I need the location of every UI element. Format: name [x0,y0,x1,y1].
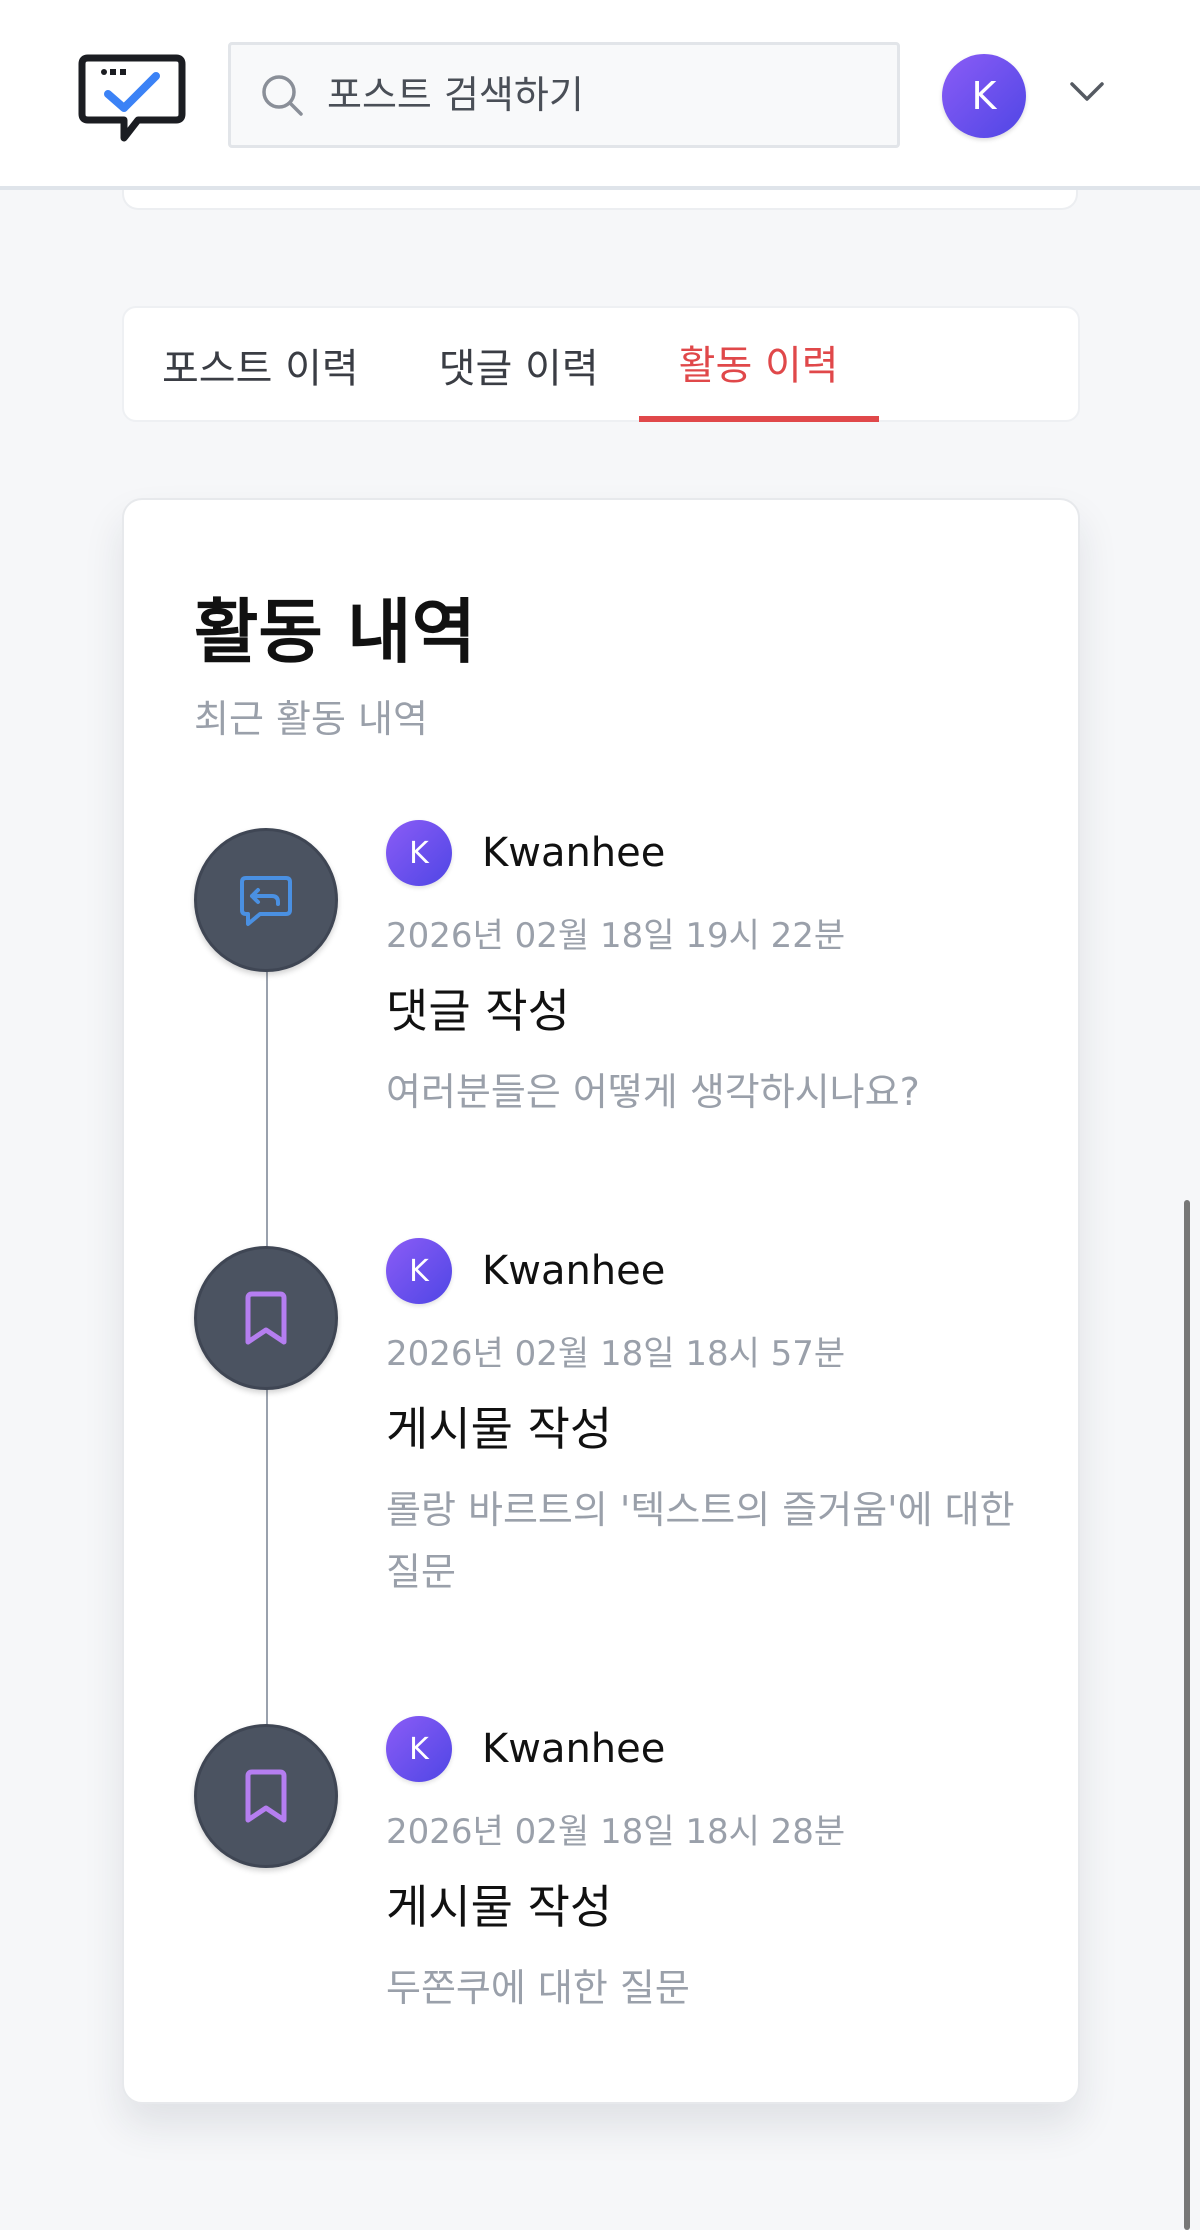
activity-description: 두쫀쿠에 대한 질문 [386,1966,690,2010]
page-subtitle: 최근 활동 내역 [194,697,428,741]
timeline-connector [266,1354,268,1726]
search-bar[interactable] [228,42,900,148]
activity-bubble [194,828,338,972]
activity-bubble [194,1724,338,1868]
chevron-down-icon[interactable] [1068,80,1106,104]
list-item[interactable]: K Kwanhee 2026년 02월 18일 18시 28분 게시물 작성 두… [386,1714,1046,2019]
timeline-connector [266,936,268,1248]
bookmark-icon [245,1291,287,1345]
reply-icon [240,876,292,926]
list-item[interactable]: K Kwanhee 2026년 02월 18일 19시 22분 댓글 작성 여러… [386,818,1046,1123]
activity-description: 여러분들은 어떻게 생각하시나요? [386,1070,920,1114]
activity-bubble [194,1246,338,1390]
activity-action: 게시물 작성 [386,1880,613,1934]
logo-icon[interactable] [78,52,186,144]
user-name: Kwanhee [482,830,666,876]
activity-description: 롤랑 바르트의 '텍스트의 즐거움'에 대한 질문 [386,1488,1015,1594]
tab-comment-history[interactable]: 댓글 이력 [399,308,639,422]
activity-date: 2026년 02월 18일 19시 22분 [386,916,846,956]
user-name: Kwanhee [482,1726,666,1772]
activity-action: 댓글 작성 [386,984,570,1038]
avatar: K [386,1716,452,1782]
scrollbar[interactable] [1184,1200,1190,2230]
tab-post-history[interactable]: 포스트 이력 [162,308,399,422]
activity-card: 활동 내역 최근 활동 내역 K Kwanhee 2026년 02월 18일 1… [122,498,1080,2104]
bookmark-icon [245,1769,287,1823]
page-title: 활동 내역 [194,591,476,673]
tab-activity-history[interactable]: 활동 이력 [638,308,879,422]
search-icon [262,75,303,116]
search-input[interactable] [327,73,867,117]
user-name: Kwanhee [482,1248,666,1294]
app-header: K [0,0,1200,190]
activity-date: 2026년 02월 18일 18시 57분 [386,1334,846,1374]
avatar: K [386,1238,452,1304]
avatar: K [386,820,452,886]
activity-date: 2026년 02월 18일 18시 28분 [386,1812,846,1852]
history-tabs: 포스트 이력 댓글 이력 활동 이력 [122,306,1080,422]
activity-action: 게시물 작성 [386,1402,613,1456]
avatar[interactable]: K [942,54,1026,138]
list-item[interactable]: K Kwanhee 2026년 02월 18일 18시 57분 게시물 작성 롤… [386,1236,1046,1603]
